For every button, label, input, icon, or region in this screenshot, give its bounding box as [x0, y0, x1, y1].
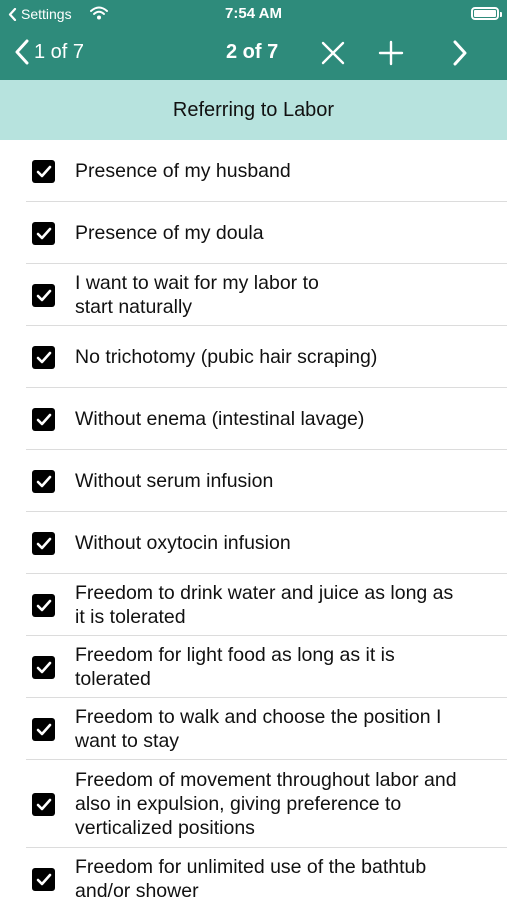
status-bar: Settings 7:54 AM	[0, 0, 507, 28]
list-item[interactable]: No trichotomy (pubic hair scraping)	[0, 326, 507, 388]
nav-row: 1 of 7 2 of 7	[0, 28, 507, 80]
chevron-left-icon	[15, 39, 29, 65]
item-label: Freedom of movement throughout labor and…	[75, 769, 457, 839]
item-label: Presence of my doula	[75, 222, 264, 244]
checkmark-icon	[36, 227, 51, 239]
checkmark-icon	[36, 537, 51, 549]
list-item[interactable]: Presence of my husband	[0, 140, 507, 202]
item-label: Freedom for light food as long as it is …	[75, 644, 395, 690]
checkmark-icon	[36, 873, 51, 885]
current-page-label: 2 of 7	[226, 41, 279, 63]
section-title: Referring to Labor	[172, 98, 335, 121]
top-bar: Settings 7:54 AM 1 of 7 2 of 7	[0, 0, 507, 80]
list-item[interactable]: Without oxytocin infusion	[0, 512, 507, 574]
close-icon[interactable]	[320, 40, 346, 66]
list-item[interactable]: Without enema (intestinal lavage)	[0, 388, 507, 450]
list-item[interactable]: Freedom of movement throughout labor and…	[0, 760, 507, 848]
item-label: Freedom to walk and choose the position …	[75, 706, 442, 752]
checkmark-icon	[36, 289, 51, 301]
item-label: Without enema (intestinal lavage)	[75, 408, 365, 430]
prev-page-label: 1 of 7	[34, 40, 85, 63]
checkbox[interactable]	[32, 407, 55, 431]
list-item[interactable]: Freedom for unlimited use of the bathtub…	[0, 848, 507, 910]
checkbox[interactable]	[32, 717, 55, 741]
list-item[interactable]: Presence of my doula	[0, 202, 507, 264]
checkmark-icon	[36, 599, 51, 611]
checkbox[interactable]	[32, 655, 55, 679]
checkbox[interactable]	[32, 469, 55, 493]
list-item[interactable]: Freedom to drink water and juice as long…	[0, 574, 507, 636]
item-label: Without oxytocin infusion	[75, 532, 291, 554]
status-time: 7:54 AM	[225, 5, 282, 22]
checkmark-icon	[36, 798, 51, 810]
item-label: Freedom to drink water and juice as long…	[75, 582, 454, 628]
item-label: Presence of my husband	[75, 160, 291, 182]
prev-page-button[interactable]: 1 of 7	[14, 39, 84, 65]
checkbox[interactable]	[32, 283, 55, 307]
add-icon[interactable]	[378, 40, 404, 66]
checkbox[interactable]	[32, 221, 55, 245]
checkbox[interactable]	[32, 531, 55, 555]
checkbox[interactable]	[32, 593, 55, 617]
battery-icon	[471, 7, 502, 20]
item-label: No trichotomy (pubic hair scraping)	[75, 346, 378, 368]
checkmark-icon	[36, 413, 51, 425]
checkmark-icon	[36, 351, 51, 363]
checkbox[interactable]	[32, 345, 55, 369]
item-label: I want to wait for my labor to start nat…	[75, 272, 319, 318]
checkmark-icon	[36, 723, 51, 735]
checkbox[interactable]	[32, 792, 55, 816]
list-item[interactable]: I want to wait for my labor to start nat…	[0, 264, 507, 326]
list-item[interactable]: Freedom for light food as long as it is …	[0, 636, 507, 698]
item-label: Freedom for unlimited use of the bathtub…	[75, 856, 427, 902]
checkbox[interactable]	[32, 867, 55, 891]
list-item[interactable]: Freedom to walk and choose the position …	[0, 698, 507, 760]
checkmark-icon	[36, 475, 51, 487]
section-header: Referring to Labor	[0, 80, 507, 140]
chevron-right-icon[interactable]	[452, 40, 468, 66]
item-label: Without serum infusion	[75, 470, 274, 492]
checkmark-icon	[36, 661, 51, 673]
list-item[interactable]: Without serum infusion	[0, 450, 507, 512]
checkmark-icon	[36, 165, 51, 177]
preference-list: Presence of my husband Presence of my do…	[0, 140, 507, 910]
checkbox[interactable]	[32, 159, 55, 183]
